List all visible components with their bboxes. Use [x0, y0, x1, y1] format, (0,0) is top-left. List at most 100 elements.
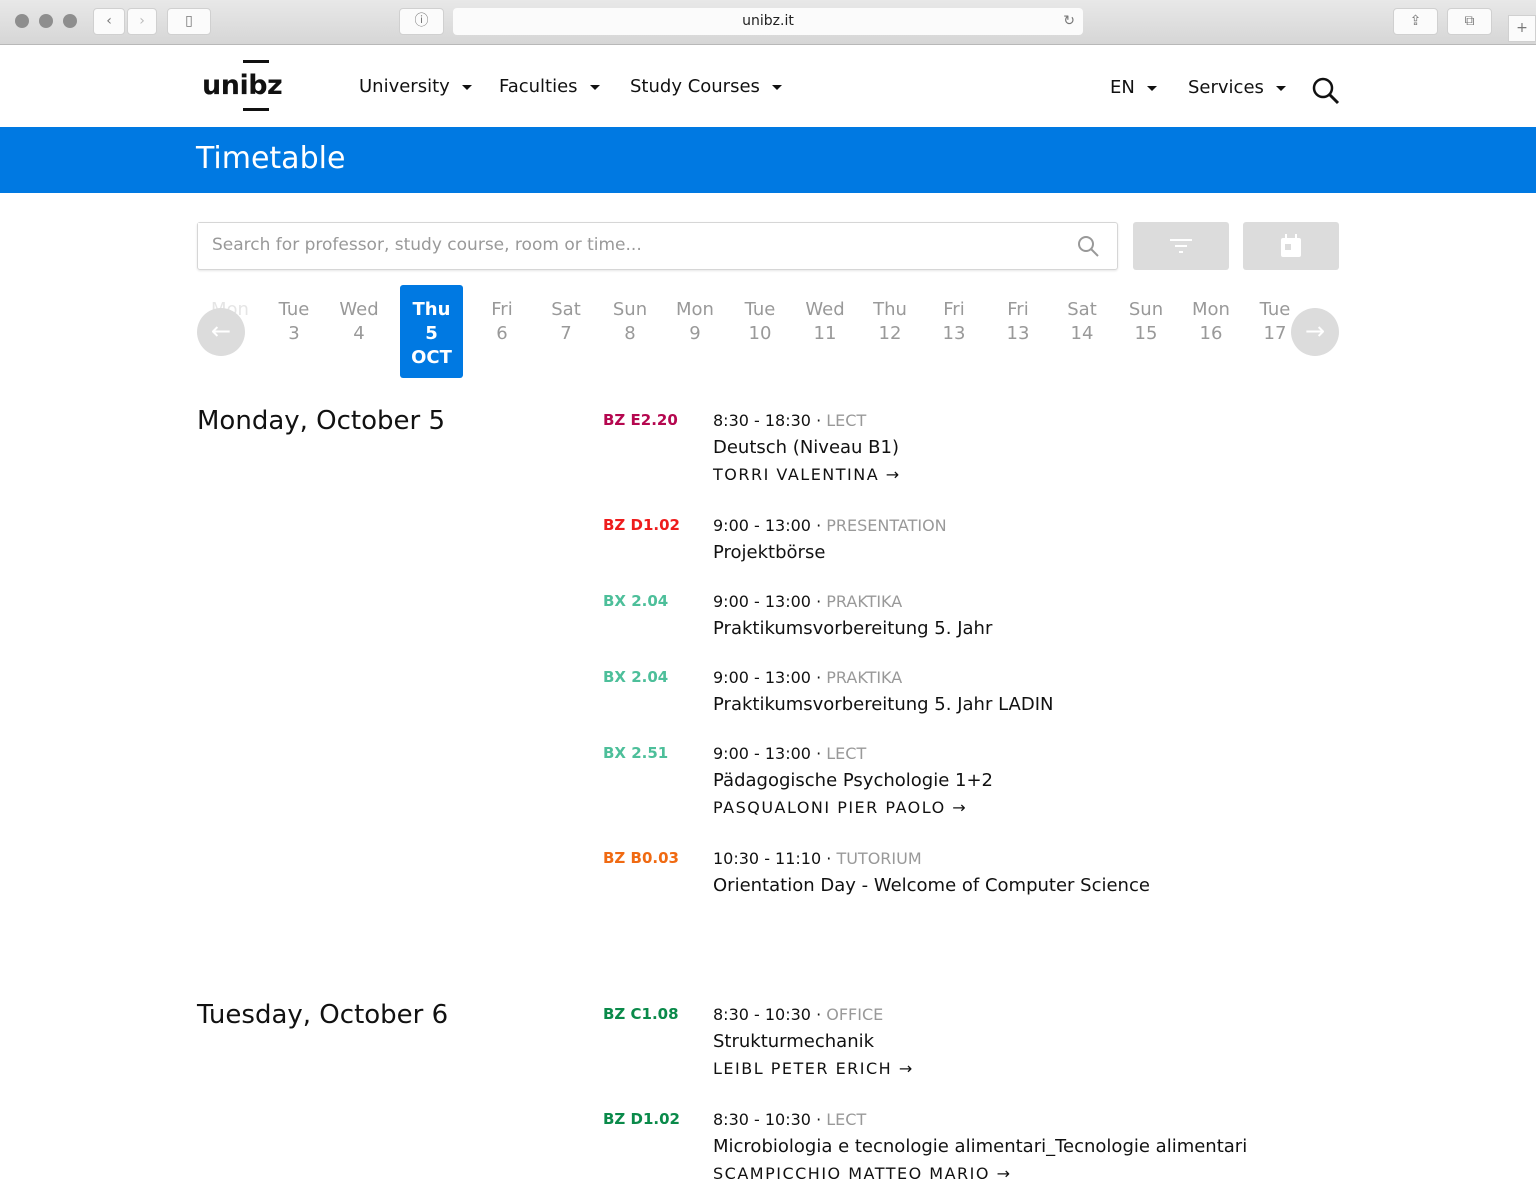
close-window-button[interactable]: [15, 14, 29, 28]
logo[interactable]: unibz: [202, 70, 283, 101]
professor-link[interactable]: LEIBL PETER ERICH →: [713, 1055, 1393, 1082]
weekday-label: Tue: [744, 299, 776, 320]
room-code[interactable]: BX 2.04: [603, 592, 668, 610]
room-code[interactable]: BX 2.51: [603, 744, 668, 762]
weekday-label: Fri: [943, 299, 965, 320]
next-dates-button[interactable]: →: [1291, 308, 1339, 356]
date-sun-15[interactable]: Sun 15: [1116, 298, 1176, 346]
room-code[interactable]: BZ B0.03: [603, 849, 679, 867]
date-thu-12[interactable]: Thu 12: [860, 298, 920, 346]
event-time: 8:30 - 10:30: [713, 1110, 811, 1129]
date-sun-8[interactable]: Sun 8: [600, 298, 660, 346]
event-title: Strukturmechanik: [713, 1031, 875, 1052]
weekday-label: Thu: [873, 299, 907, 320]
zoom-window-button[interactable]: [63, 14, 77, 28]
event-type: OFFICE: [826, 1005, 884, 1024]
date-fri-13[interactable]: Fri 13: [924, 298, 984, 346]
nav-university[interactable]: University: [359, 76, 472, 97]
new-tab-icon[interactable]: +: [1508, 15, 1536, 42]
day-number: 7: [560, 323, 572, 344]
event-time-line: 8:30 - 10:30 · OFFICE: [713, 1005, 884, 1024]
month-label: OCT: [411, 347, 452, 368]
event-time-line: 8:30 - 18:30 · LECT: [713, 411, 867, 430]
nav-faculties[interactable]: Faculties: [499, 76, 600, 97]
event-time-line: 9:00 - 13:00 · PRAKTIKA: [713, 592, 903, 611]
event-type: PRAKTIKA: [826, 668, 903, 687]
weekday-label: Mon: [1192, 299, 1230, 320]
share-icon[interactable]: ⇪: [1393, 8, 1438, 35]
day-number: 8: [624, 323, 636, 344]
room-code[interactable]: BX 2.04: [603, 668, 668, 686]
event-type: LECT: [826, 744, 867, 763]
weekday-label: Sun: [612, 299, 648, 320]
language-selector[interactable]: EN: [1110, 77, 1157, 98]
day-number: 14: [1070, 323, 1094, 344]
professor-link[interactable]: PASQUALONI PIER PAOLO →: [713, 794, 1393, 821]
search-box[interactable]: [197, 222, 1118, 270]
room-code[interactable]: BZ E2.20: [603, 411, 678, 429]
event-time: 9:00 - 13:00: [713, 516, 811, 535]
day-number: 3: [288, 323, 300, 344]
event-time: 9:00 - 13:00: [713, 592, 811, 611]
event-time: 9:00 - 13:00: [713, 744, 811, 763]
room-code[interactable]: BZ D1.02: [603, 516, 680, 534]
event-details: 9:00 - 13:00 · PRAKTIKA Praktikumsvorber…: [713, 588, 1393, 642]
day-number: 11: [813, 323, 837, 344]
date-sat-7[interactable]: Sat 7: [536, 298, 596, 346]
logo-bar-bottom: [243, 108, 269, 111]
weekday-label: Mon: [676, 299, 714, 320]
privacy-report-icon[interactable]: ⓘ: [399, 8, 444, 35]
event-details: 8:30 - 10:30 · OFFICE Strukturmechanik L…: [713, 1001, 1393, 1082]
forward-button[interactable]: ›: [127, 8, 157, 35]
reload-icon[interactable]: ↻: [1063, 8, 1075, 35]
event-type: PRAKTIKA: [826, 592, 903, 611]
event-title: Microbiologia e tecnologie alimentari_Te…: [713, 1136, 1248, 1157]
url-text: unibz.it: [742, 13, 794, 29]
date-tue-3[interactable]: Tue 3: [264, 298, 324, 346]
search-icon[interactable]: [1311, 76, 1341, 106]
professor-name: PASQUALONI PIER PAOLO: [713, 798, 946, 817]
nav-services[interactable]: Services: [1188, 77, 1286, 98]
event-details: 8:30 - 10:30 · LECT Microbiologia e tecn…: [713, 1106, 1393, 1187]
minimize-window-button[interactable]: [39, 14, 53, 28]
date-thu-5[interactable]: Thu 5 OCT: [400, 285, 463, 378]
date-wed-4[interactable]: Wed 4: [329, 298, 389, 346]
day-number: 10: [748, 323, 772, 344]
sidebar-toggle-icon[interactable]: ▯: [167, 8, 211, 35]
event-title: Pädagogische Psychologie 1+2: [713, 770, 993, 791]
date-sat-14[interactable]: Sat 14: [1052, 298, 1112, 346]
date-mon-16[interactable]: Mon 16: [1181, 298, 1241, 346]
event-title: Orientation Day - Welcome of Computer Sc…: [713, 875, 1150, 896]
address-bar[interactable]: unibz.it ↻: [453, 8, 1083, 35]
caret-down-icon: [1275, 85, 1286, 91]
calendar-button[interactable]: [1243, 222, 1339, 270]
day-heading: Monday, October 5: [197, 406, 446, 436]
room-code[interactable]: BZ D1.02: [603, 1110, 680, 1128]
date-wed-11[interactable]: Wed 11: [795, 298, 855, 346]
event-details: 8:30 - 18:30 · LECT Deutsch (Niveau B1) …: [713, 407, 1393, 488]
room-code[interactable]: BZ C1.08: [603, 1005, 679, 1023]
search-icon[interactable]: [1077, 235, 1101, 259]
date-tue-10[interactable]: Tue 10: [730, 298, 790, 346]
professor-link[interactable]: SCAMPICCHIO MATTEO MARIO →: [713, 1160, 1393, 1187]
event-time-line: 10:30 - 11:10 · TUTORIUM: [713, 849, 922, 868]
nav-study-courses[interactable]: Study Courses: [630, 76, 782, 97]
arrow-right-icon: →: [952, 798, 968, 817]
prev-dates-button[interactable]: ←: [197, 308, 245, 356]
event-time: 8:30 - 18:30: [713, 411, 811, 430]
language-label: EN: [1110, 77, 1135, 98]
caret-down-icon: [589, 84, 600, 90]
date-fri-13[interactable]: Fri 13: [988, 298, 1048, 346]
date-mon-9[interactable]: Mon 9: [665, 298, 725, 346]
professor-link[interactable]: TORRI VALENTINA →: [713, 461, 1393, 488]
tabs-overview-icon[interactable]: ⧉: [1447, 8, 1492, 35]
search-input[interactable]: [198, 223, 1058, 267]
filter-button[interactable]: [1133, 222, 1229, 270]
back-button[interactable]: ‹: [93, 8, 125, 35]
professor-name: TORRI VALENTINA: [713, 465, 880, 484]
event-type: LECT: [826, 411, 867, 430]
event-type: PRESENTATION: [826, 516, 947, 535]
day-number: 16: [1199, 323, 1223, 344]
weekday-label: Sun: [1128, 299, 1164, 320]
date-fri-6[interactable]: Fri 6: [472, 298, 532, 346]
